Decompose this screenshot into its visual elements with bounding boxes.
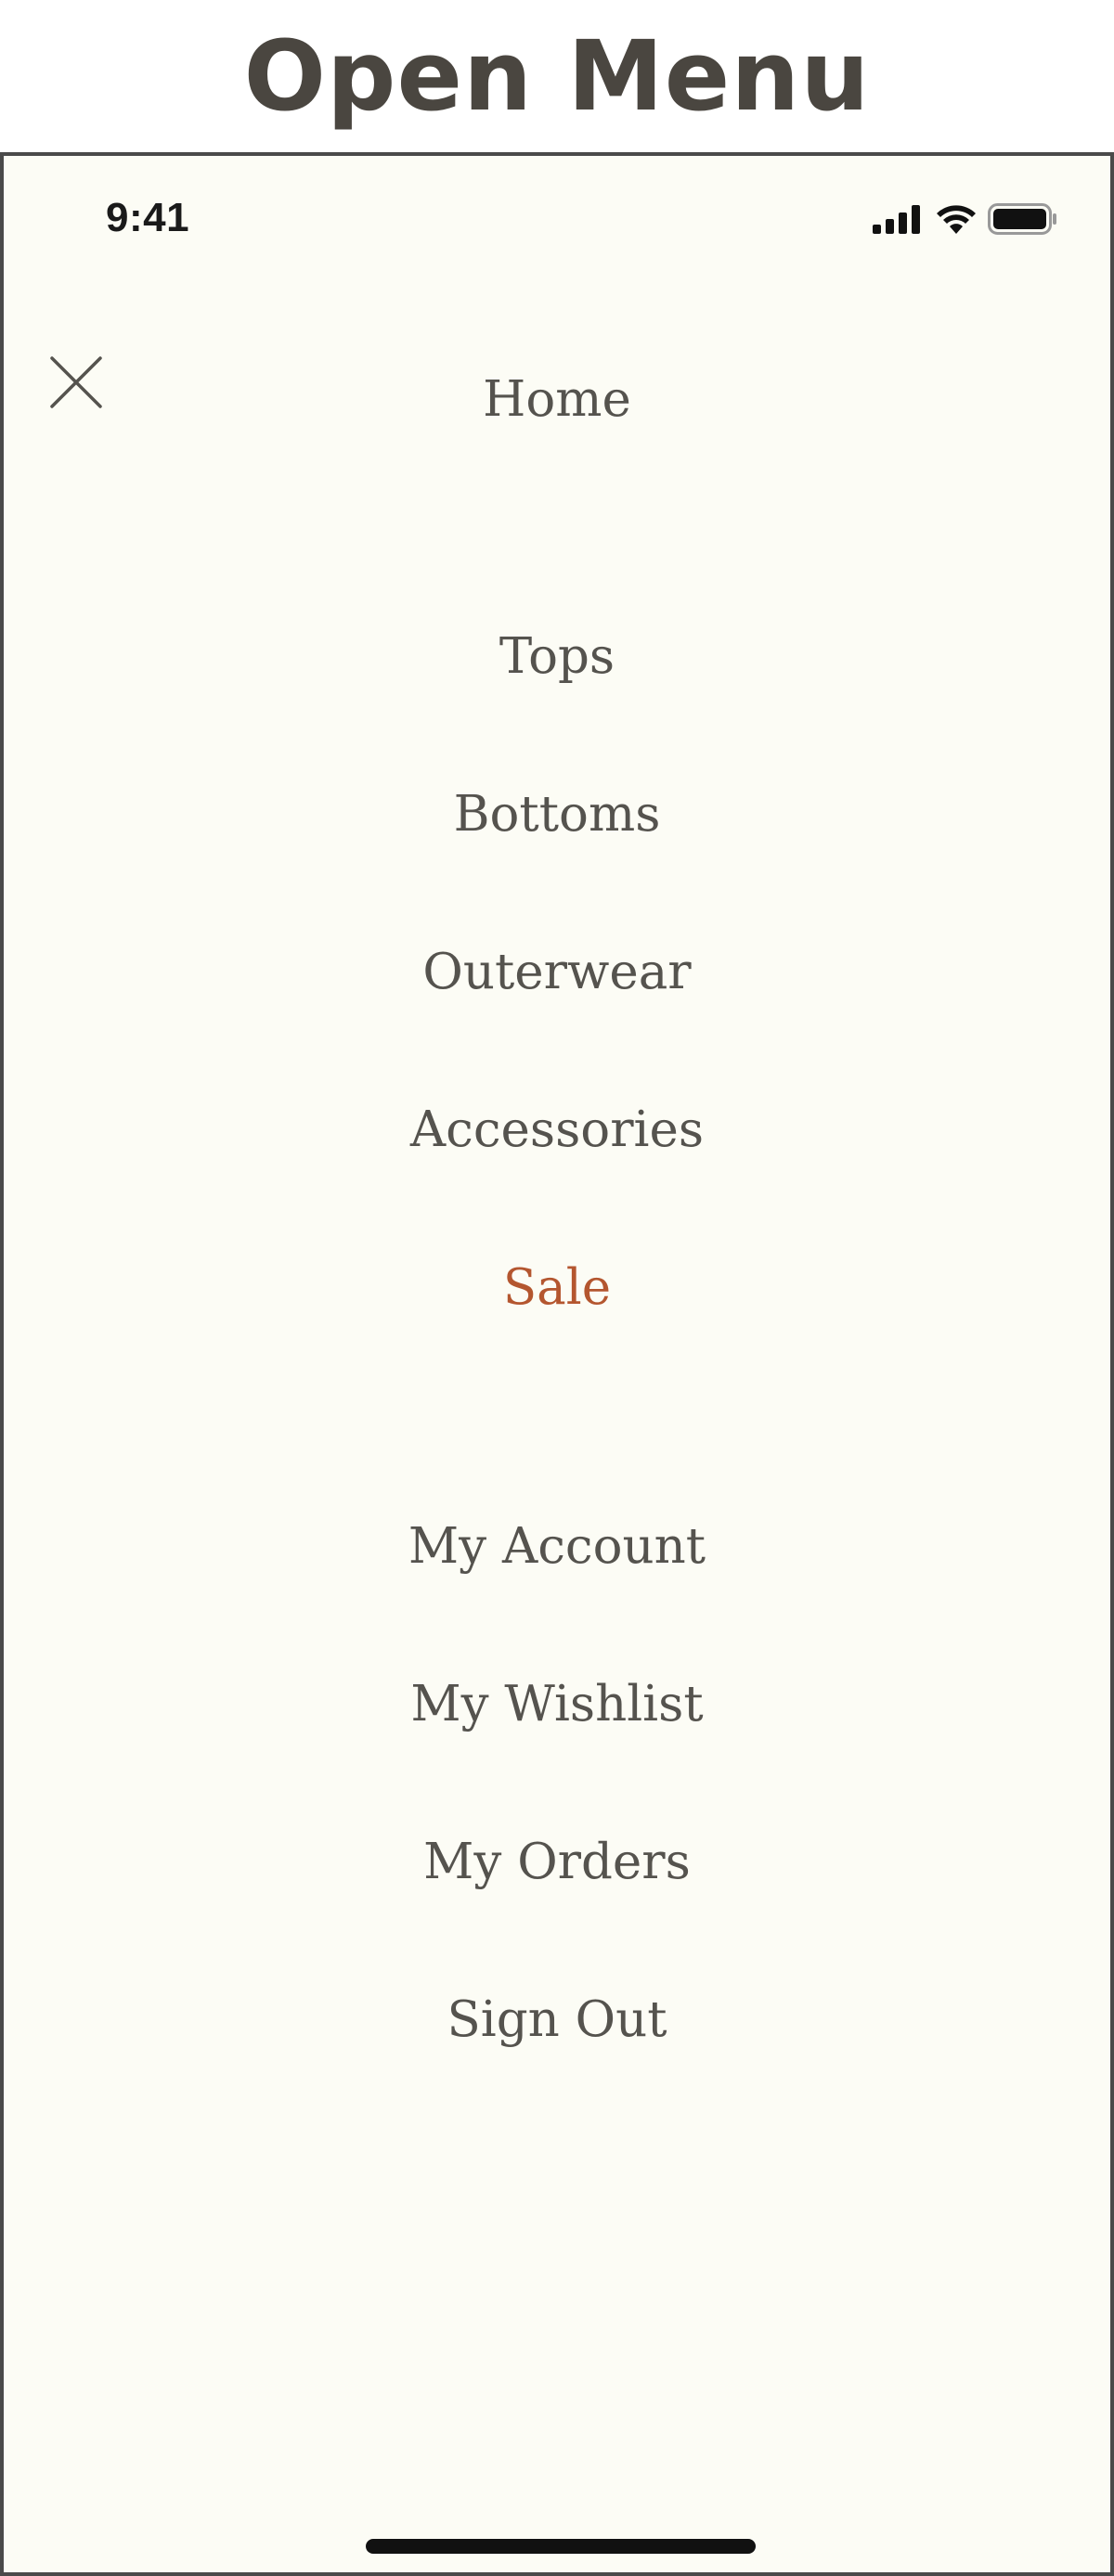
menu-item-outerwear[interactable]: Outerwear: [4, 940, 1110, 1005]
menu-item-bottoms[interactable]: Bottoms: [4, 782, 1110, 847]
page-title: Open Menu: [243, 19, 871, 133]
status-icons: [873, 200, 1058, 238]
cellular-signal-icon: [873, 205, 920, 234]
menu-item-sign-out[interactable]: Sign Out: [4, 1988, 1110, 2053]
status-time: 9:41: [106, 195, 190, 240]
menu-item-accessories[interactable]: Accessories: [4, 1098, 1110, 1163]
status-bar: 9:41: [4, 156, 1110, 267]
battery-icon: [988, 203, 1056, 235]
menu-item-tops[interactable]: Tops: [4, 625, 1110, 689]
menu-item-my-orders[interactable]: My Orders: [4, 1830, 1110, 1895]
menu-item-home[interactable]: Home: [4, 367, 1110, 432]
phone-screen: 9:41 Home Tops Bottoms Outerwear Accesso…: [0, 152, 1114, 2576]
home-indicator[interactable]: [366, 2539, 756, 2554]
menu-item-sale[interactable]: Sale: [4, 1256, 1110, 1320]
wifi-icon: [937, 205, 976, 234]
menu-item-my-wishlist[interactable]: My Wishlist: [4, 1672, 1110, 1737]
menu-item-my-account[interactable]: My Account: [4, 1514, 1110, 1579]
